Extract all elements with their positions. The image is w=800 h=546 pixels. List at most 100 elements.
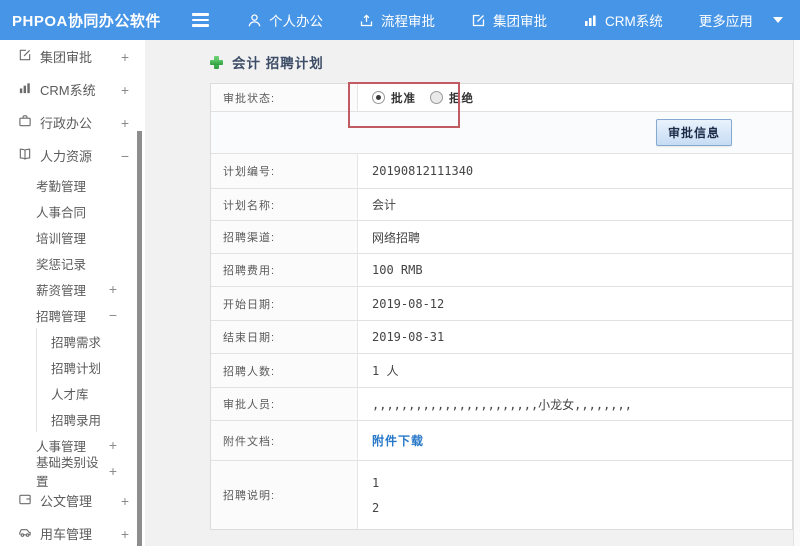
sidebar-item-label: 行政办公: [40, 116, 93, 131]
field-label: 附件文档:: [211, 421, 358, 460]
sidebar-item-label: 人才库: [51, 387, 89, 402]
expander-plus-icon[interactable]: +: [121, 82, 145, 98]
book-icon: [18, 147, 32, 164]
field-label: 结束日期:: [211, 321, 358, 353]
sidebar-item-base-category[interactable]: 基础类别设置 +: [0, 456, 145, 489]
field-label: 计划编号:: [211, 154, 358, 188]
sidebar-item-label: 招聘录用: [51, 413, 102, 428]
sidebar-item-label: 人事合同: [36, 205, 87, 220]
sidebar-item-training[interactable]: 培训管理: [0, 224, 145, 250]
nav-personal-office[interactable]: 个人办公: [247, 10, 323, 30]
field-label: 开始日期:: [211, 287, 358, 320]
page-title: 会计 招聘计划: [232, 56, 324, 71]
table-row: 开始日期: 2019-08-12: [211, 287, 792, 321]
sidebar-scrollbar-thumb[interactable]: [137, 131, 142, 546]
approval-status-row: 审批状态: 批准 拒绝: [211, 84, 792, 112]
nav-label: 个人办公: [269, 14, 323, 29]
sidebar-item-label: 考勤管理: [36, 179, 87, 194]
expander-plus-icon[interactable]: +: [121, 49, 145, 65]
nav-label: 集团审批: [493, 14, 547, 29]
sidebar-item-label: 用车管理: [40, 527, 93, 542]
caret-down-icon[interactable]: [772, 17, 783, 23]
page-scrollbar-track[interactable]: [793, 40, 800, 546]
app-logo: PHPOA协同办公软件: [12, 12, 161, 30]
table-row: 招聘说明: 1 2: [211, 461, 792, 529]
sidebar-item-recruit-demand[interactable]: 招聘需求: [36, 328, 145, 354]
field-value: 1 人: [372, 364, 399, 378]
menu-icon[interactable]: [192, 13, 209, 27]
table-row: 审批人员: ,,,,,,,,,,,,,,,,,,,,,,,小龙女,,,,,,,,: [211, 388, 792, 421]
edit-icon: [471, 13, 486, 28]
table-row: 计划编号: 20190812111340: [211, 154, 792, 189]
bar-chart-icon: [18, 81, 32, 98]
sidebar-item-label: 招聘计划: [51, 361, 102, 376]
table-row: 结束日期: 2019-08-31: [211, 321, 792, 354]
add-icon: [210, 55, 223, 69]
table-row: 招聘费用: 100 RMB: [211, 254, 792, 287]
field-value: 会计: [372, 198, 397, 212]
field-value: 2019-08-31: [372, 330, 445, 344]
table-row: 招聘渠道: 网络招聘: [211, 221, 792, 254]
main-content: 会计 招聘计划 审批状态: 批准 拒绝 审批信息 计划编号: 201908121…: [145, 40, 800, 546]
table-row: 计划名称: 会计: [211, 189, 792, 221]
sidebar-item-hr[interactable]: 人力资源 −: [0, 139, 145, 172]
radio-reject-label: 拒绝: [449, 92, 474, 105]
approval-info-button[interactable]: 审批信息: [655, 119, 732, 146]
sidebar-item-crm[interactable]: CRM系统 +: [0, 73, 145, 106]
field-value: 100 RMB: [372, 263, 423, 277]
field-label: 招聘人数:: [211, 354, 358, 387]
sidebar-item-recruit-hire[interactable]: 招聘录用: [36, 406, 145, 432]
field-value: 网络招聘: [372, 230, 421, 245]
sidebar-item-salary[interactable]: 薪资管理 +: [0, 276, 145, 302]
field-label: 招聘渠道:: [211, 221, 358, 253]
table-row: 附件文档: 附件下载: [211, 421, 792, 461]
nav-label: CRM系统: [605, 14, 663, 29]
nav-label: 更多应用: [698, 14, 753, 29]
sidebar-item-label: 招聘需求: [51, 335, 102, 350]
field-value: 2019-08-12: [372, 296, 445, 311]
edit-icon: [18, 48, 32, 65]
sidebar-item-admin-office[interactable]: 行政办公 +: [0, 106, 145, 139]
detail-panel: 审批状态: 批准 拒绝 审批信息 计划编号: 20190812111340 计划…: [210, 83, 793, 530]
sidebar-item-label: 奖惩记录: [36, 257, 87, 272]
field-value-line: 1: [372, 475, 380, 490]
sidebar-item-rewards[interactable]: 奖惩记录: [0, 250, 145, 276]
sidebar-item-recruit-plan[interactable]: 招聘计划: [36, 354, 145, 380]
top-nav: 个人办公 流程审批 集团审批 CRM系统 更多应用: [247, 10, 783, 30]
attachment-download-link[interactable]: 附件下载: [372, 432, 424, 449]
sidebar-item-hr-contract[interactable]: 人事合同: [0, 198, 145, 224]
sidebar-item-group-approval[interactable]: 集团审批 +: [0, 40, 145, 73]
nav-label: 流程审批: [381, 14, 435, 29]
field-label: 审批状态:: [211, 84, 358, 111]
field-value-line: 2: [372, 500, 380, 515]
approval-radio-group: 批准 拒绝: [372, 90, 474, 106]
sidebar-item-label: 薪资管理: [36, 283, 87, 298]
sidebar-item-attendance[interactable]: 考勤管理: [0, 172, 145, 198]
expander-plus-icon[interactable]: +: [121, 115, 145, 131]
sidebar-item-label: 招聘管理: [36, 309, 87, 324]
sidebar-item-recruit-mgmt[interactable]: 招聘管理 −: [0, 302, 145, 328]
radio-approve[interactable]: [372, 91, 385, 104]
sidebar-item-label: 集团审批: [40, 50, 93, 65]
approval-button-row: 审批信息: [211, 112, 792, 154]
table-row: 招聘人数: 1 人: [211, 354, 792, 388]
briefcase-icon: [18, 114, 32, 131]
sidebar-item-talent-pool[interactable]: 人才库: [36, 380, 145, 406]
radio-reject[interactable]: [430, 91, 443, 104]
nav-crm[interactable]: CRM系统: [583, 10, 663, 30]
top-header: PHPOA协同办公软件 个人办公 流程审批 集团审批 CRM系统 更多应用: [0, 0, 800, 40]
sidebar-item-label: 培训管理: [36, 231, 87, 246]
nav-group-approval[interactable]: 集团审批: [471, 10, 547, 30]
field-value: 20190812111340: [372, 164, 474, 178]
sidebar-item-vehicle[interactable]: 用车管理 +: [0, 517, 145, 546]
nav-process-approval[interactable]: 流程审批: [359, 10, 435, 30]
field-value: ,,,,,,,,,,,,,,,,,,,,,,,小龙女,,,,,,,,: [372, 397, 632, 412]
user-icon: [247, 13, 262, 28]
radio-approve-label: 批准: [391, 92, 416, 105]
sidebar-item-label: 公文管理: [40, 494, 93, 509]
field-label: 招聘费用:: [211, 254, 358, 286]
nav-more-apps[interactable]: 更多应用: [699, 10, 753, 30]
sidebar: 集团审批 + CRM系统 + 行政办公 + 人力资源 − 考勤管理 人事合同 培…: [0, 40, 145, 546]
car-icon: [18, 525, 32, 542]
field-label: 计划名称:: [211, 189, 358, 220]
